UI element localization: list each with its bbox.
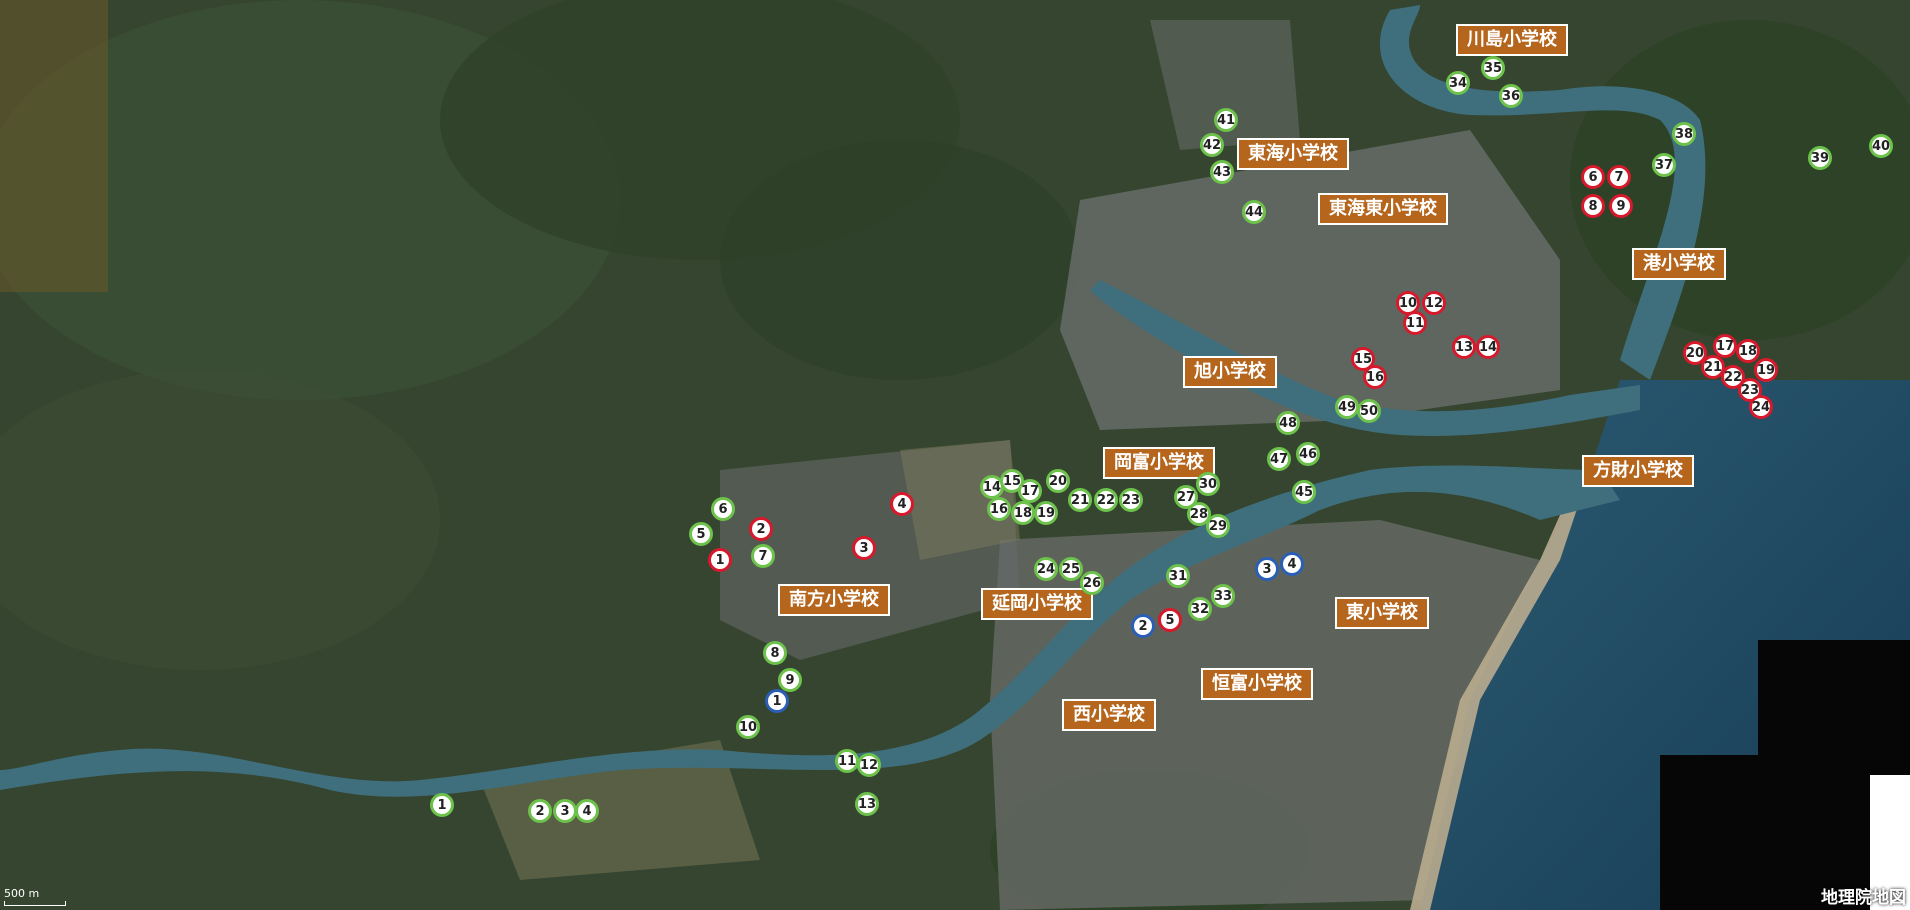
marker-green-3[interactable]: 3 [553,799,577,823]
school-label-tokai-higashi[interactable]: 東海東小学校 [1318,193,1448,225]
scale-line [4,901,66,906]
marker-red-18[interactable]: 18 [1736,339,1760,363]
school-label-okatomi[interactable]: 岡富小学校 [1103,447,1215,479]
marker-green-35[interactable]: 35 [1481,56,1505,80]
school-label-nishi[interactable]: 西小学校 [1062,699,1156,731]
map-attribution: 地理院地図 [1821,888,1906,908]
marker-green-17[interactable]: 17 [1018,479,1042,503]
marker-green-47[interactable]: 47 [1267,447,1291,471]
marker-green-48[interactable]: 48 [1276,411,1300,435]
marker-blue-2[interactable]: 2 [1131,614,1155,638]
marker-red-9[interactable]: 9 [1609,194,1633,218]
school-label-tokai[interactable]: 東海小学校 [1237,138,1349,170]
marker-green-33[interactable]: 33 [1211,584,1235,608]
marker-green-9[interactable]: 9 [778,668,802,692]
marker-blue-4[interactable]: 4 [1280,552,1304,576]
marker-green-16[interactable]: 16 [987,497,1011,521]
marker-green-2[interactable]: 2 [528,799,552,823]
marker-green-50[interactable]: 50 [1357,399,1381,423]
marker-green-21[interactable]: 21 [1068,488,1092,512]
school-label-minato[interactable]: 港小学校 [1632,248,1726,280]
school-label-nobeoka[interactable]: 延岡小学校 [981,588,1093,620]
marker-red-2[interactable]: 2 [749,517,773,541]
marker-red-6[interactable]: 6 [1581,165,1605,189]
marker-green-8[interactable]: 8 [763,641,787,665]
marker-green-12[interactable]: 12 [857,753,881,777]
school-label-asahi[interactable]: 旭小学校 [1183,356,1277,388]
scale-label: 500 m [4,887,40,900]
marker-green-30[interactable]: 30 [1196,472,1220,496]
marker-red-24[interactable]: 24 [1749,395,1773,419]
marker-green-45[interactable]: 45 [1292,480,1316,504]
marker-red-5[interactable]: 5 [1158,608,1182,632]
marker-red-17[interactable]: 17 [1713,334,1737,358]
marker-green-11[interactable]: 11 [835,749,859,773]
marker-green-49[interactable]: 49 [1335,395,1359,419]
marker-red-3[interactable]: 3 [852,536,876,560]
marker-green-7[interactable]: 7 [751,544,775,568]
marker-green-44[interactable]: 44 [1242,200,1266,224]
school-label-hozai[interactable]: 方財小学校 [1582,455,1694,487]
marker-green-31[interactable]: 31 [1166,564,1190,588]
marker-green-25[interactable]: 25 [1059,557,1083,581]
marker-green-46[interactable]: 46 [1296,442,1320,466]
marker-red-19[interactable]: 19 [1754,358,1778,382]
scale-bar: 500 m [4,887,66,906]
marker-green-34[interactable]: 34 [1446,71,1470,95]
marker-blue-3[interactable]: 3 [1255,557,1279,581]
marker-green-41[interactable]: 41 [1214,108,1238,132]
marker-green-18[interactable]: 18 [1011,501,1035,525]
marker-green-29[interactable]: 29 [1206,514,1230,538]
marker-green-4[interactable]: 4 [575,799,599,823]
marker-green-43[interactable]: 43 [1210,160,1234,184]
marker-green-1[interactable]: 1 [430,793,454,817]
marker-green-37[interactable]: 37 [1652,153,1676,177]
marker-red-16[interactable]: 16 [1363,365,1387,389]
marker-red-4[interactable]: 4 [890,492,914,516]
marker-green-32[interactable]: 32 [1188,597,1212,621]
marker-green-24[interactable]: 24 [1034,557,1058,581]
marker-red-8[interactable]: 8 [1581,194,1605,218]
marker-red-14[interactable]: 14 [1476,335,1500,359]
marker-red-13[interactable]: 13 [1452,335,1476,359]
school-label-kawashima[interactable]: 川島小学校 [1456,24,1568,56]
marker-green-23[interactable]: 23 [1119,488,1143,512]
marker-green-5[interactable]: 5 [689,522,713,546]
marker-red-1[interactable]: 1 [708,548,732,572]
marker-green-26[interactable]: 26 [1080,571,1104,595]
marker-green-10[interactable]: 10 [736,715,760,739]
school-label-tsunetomi[interactable]: 恒富小学校 [1201,668,1313,700]
marker-green-22[interactable]: 22 [1094,488,1118,512]
marker-green-39[interactable]: 39 [1808,146,1832,170]
school-label-higashi[interactable]: 東小学校 [1335,597,1429,629]
marker-green-38[interactable]: 38 [1672,122,1696,146]
marker-green-13[interactable]: 13 [855,792,879,816]
marker-green-36[interactable]: 36 [1499,84,1523,108]
marker-green-40[interactable]: 40 [1869,134,1893,158]
marker-red-7[interactable]: 7 [1607,165,1631,189]
marker-green-19[interactable]: 19 [1034,501,1058,525]
marker-blue-1[interactable]: 1 [765,689,789,713]
marker-red-12[interactable]: 12 [1422,291,1446,315]
marker-green-42[interactable]: 42 [1200,133,1224,157]
marker-green-20[interactable]: 20 [1046,469,1070,493]
marker-red-11[interactable]: 11 [1403,311,1427,335]
school-label-minamikata[interactable]: 南方小学校 [778,584,890,616]
marker-green-6[interactable]: 6 [711,497,735,521]
